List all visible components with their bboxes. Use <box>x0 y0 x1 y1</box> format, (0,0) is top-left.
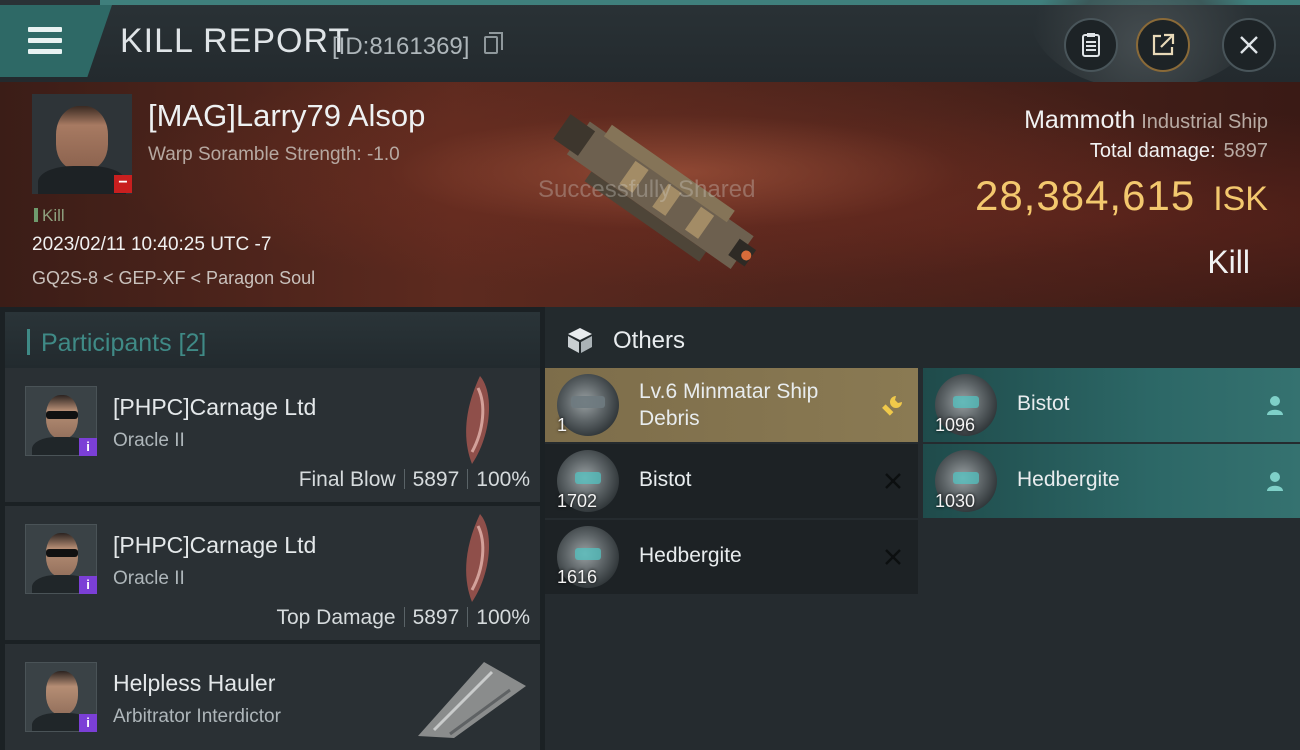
participant-ship: Arbitrator Interdictor <box>113 706 281 727</box>
menu-button[interactable] <box>0 5 112 77</box>
total-damage-label: Total damage: <box>1089 140 1216 162</box>
participant-name: [PHPC]Carnage Ltd <box>113 394 317 420</box>
item-name: Bistot <box>1017 392 1070 415</box>
participant-card[interactable]: i Helpless Hauler Arbitrator Interdictor <box>5 644 540 750</box>
participant-ship-image <box>466 514 490 602</box>
participant-ship: Oracle II <box>113 430 185 451</box>
kill-datetime: 2023/02/11 10:40:25 UTC -7 <box>32 234 272 255</box>
person-icon[interactable] <box>1264 394 1286 416</box>
avatar-shoulders <box>38 166 126 194</box>
total-damage-value: 5897 <box>1223 140 1269 162</box>
ship-type: Mammoth Industrial Ship <box>1024 106 1268 135</box>
participant-name: [PHPC]Carnage Ltd <box>113 532 317 558</box>
hostile-badge-icon: − <box>114 175 132 193</box>
isk-value-line: 28,384,615 ISK <box>975 172 1268 220</box>
menu-icon-bar <box>28 49 62 54</box>
box-icon <box>568 328 592 353</box>
close-icon[interactable] <box>882 470 904 492</box>
participant-percent: 100% <box>476 606 530 629</box>
top-bar: KILL REPORT [ID:8161369] <box>0 0 1300 90</box>
header-marker <box>27 329 30 355</box>
avatar-head <box>46 671 78 715</box>
loot-item[interactable]: 1616 Hedbergite <box>545 520 918 594</box>
participant-card[interactable]: i [PHPC]Carnage Ltd Oracle II Top Damage… <box>5 506 540 640</box>
close-icon <box>1240 36 1258 54</box>
item-quantity: 1096 <box>935 415 976 435</box>
total-damage: Total damage: 5897 <box>1090 140 1268 163</box>
participants-panel: Participants [2] i [PHPC]Carnage Ltd Ora… <box>0 307 545 750</box>
others-title: Others <box>613 327 686 354</box>
item-quantity: 1702 <box>557 491 598 511</box>
menu-icon-bar <box>28 38 62 43</box>
ship-class: Industrial Ship <box>1141 111 1268 133</box>
participant-percent: 100% <box>476 468 530 491</box>
participant-name: Helpless Hauler <box>113 670 276 696</box>
share-icon <box>1152 33 1175 56</box>
loot-item[interactable]: 1030 Hedbergite <box>923 444 1300 518</box>
wrench-icon[interactable] <box>882 394 904 416</box>
avatar-head <box>56 106 108 170</box>
participant-stats: Top Damage 5897 100% <box>276 606 530 630</box>
participant-role: Top Damage <box>276 606 396 629</box>
victim-name: [MAG]Larry79 Alsop <box>148 98 426 133</box>
avatar-glasses <box>46 411 78 419</box>
stat-separator <box>467 607 469 627</box>
others-header: Others <box>545 307 1300 369</box>
participant-card[interactable]: i [PHPC]Carnage Ltd Oracle II Final Blow… <box>5 368 540 502</box>
loot-item[interactable]: 1096 Bistot <box>923 368 1300 442</box>
stat-separator <box>403 607 405 627</box>
share-button[interactable] <box>1136 18 1190 72</box>
isk-value: 28,384,615 <box>974 172 1196 219</box>
participant-role: Final Blow <box>298 468 396 491</box>
warp-scramble-strength: Warp Soramble Strength: -1.0 <box>148 144 400 165</box>
avatar-glasses <box>46 549 78 557</box>
shared-toast: Successfully Shared <box>538 176 756 203</box>
participant-stats: Final Blow 5897 100% <box>299 468 530 492</box>
close-button[interactable] <box>1222 18 1276 72</box>
kill-location: GQ2S-8 < GEP-XF < Paragon Soul <box>32 268 316 288</box>
loot-item[interactable]: 1 Lv.6 Minmatar Ship Debris <box>545 368 918 442</box>
stat-separator <box>467 469 469 489</box>
item-name: Hedbergite <box>1017 468 1120 491</box>
participant-ship-image <box>466 376 490 464</box>
item-quantity: 1616 <box>557 567 598 587</box>
item-quantity: 1030 <box>935 491 976 511</box>
player-badge-icon: i <box>79 714 97 732</box>
page-title: KILL REPORT <box>120 22 351 60</box>
report-result: Kill <box>1207 244 1250 280</box>
clipboard-icon <box>1082 33 1100 57</box>
participants-title: Participants [2] <box>41 329 207 357</box>
participants-header: Participants [2] <box>5 312 540 369</box>
item-name: Bistot <box>639 468 692 491</box>
close-icon[interactable] <box>882 546 904 568</box>
player-badge-icon: i <box>79 438 97 456</box>
clipboard-button[interactable] <box>1064 18 1118 72</box>
report-id: [ID:8161369] <box>332 33 470 60</box>
menu-icon <box>28 27 62 32</box>
item-name: Hedbergite <box>639 544 742 567</box>
stat-separator <box>403 469 405 489</box>
participant-ship-image <box>418 662 526 738</box>
player-badge-icon: i <box>79 576 97 594</box>
others-panel: Others 1 Lv.6 Minmatar Ship Debris 1096 … <box>545 307 1300 750</box>
participant-damage: 5897 <box>412 606 460 629</box>
participant-ship: Oracle II <box>113 568 185 589</box>
item-quantity: 1 <box>557 415 568 435</box>
ship-name: Mammoth <box>1024 106 1136 134</box>
isk-unit: ISK <box>1213 180 1268 218</box>
kill-tag: Kill <box>34 206 65 226</box>
victim-panel: − [MAG]Larry79 Alsop Warp Soramble Stren… <box>0 82 1300 307</box>
person-icon[interactable] <box>1264 470 1286 492</box>
copy-icon[interactable] <box>484 32 503 54</box>
loot-item[interactable]: 1702 Bistot <box>545 444 918 518</box>
item-name: Lv.6 Minmatar Ship Debris <box>639 380 819 430</box>
participant-damage: 5897 <box>412 468 460 491</box>
